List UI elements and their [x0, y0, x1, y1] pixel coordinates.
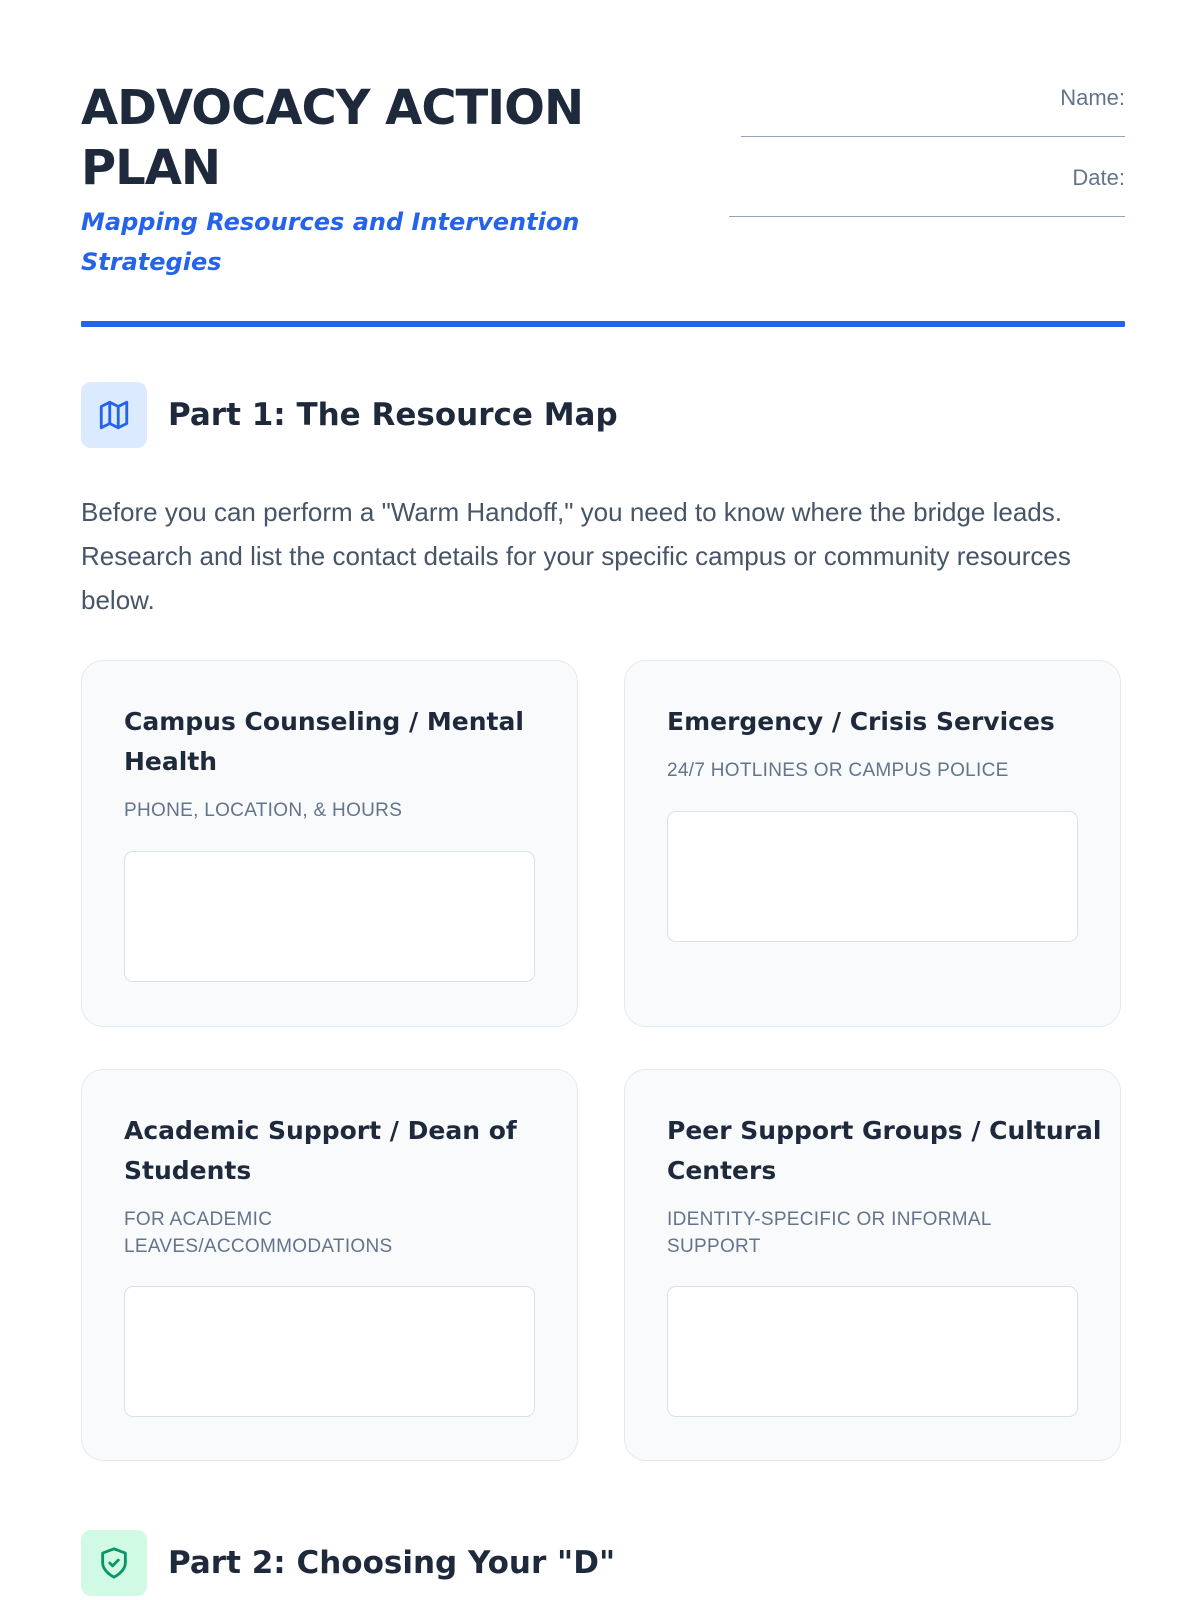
name-field[interactable]: Name:: [705, 84, 1125, 164]
resource-card-title: Emergency / Crisis Services: [667, 707, 1055, 736]
resource-card-academic: Academic Support / Dean of Students For …: [81, 1069, 578, 1461]
resource-card-subtitle: Identity-specific or informal support: [667, 1209, 991, 1257]
resource-entry-box[interactable]: [124, 1286, 535, 1417]
name-date-fields: Name: Date:: [705, 84, 1125, 244]
resource-card-title: Academic Support / Dean of Students: [124, 1116, 517, 1185]
name-label: Name:: [1060, 85, 1125, 110]
resource-card-title: Campus Counseling / Mental Health: [124, 707, 524, 776]
page-title: ADVOCACY ACTION PLAN: [81, 80, 584, 196]
resource-card-crisis: Emergency / Crisis Services 24/7 Hotline…: [624, 660, 1121, 1027]
resource-entry-box[interactable]: [667, 1286, 1078, 1417]
resource-card-peer-support: Peer Support Groups / Cultural Centers I…: [624, 1069, 1121, 1461]
date-field[interactable]: Date:: [705, 164, 1125, 244]
part-1-title: Part 1: The Resource Map: [168, 397, 618, 433]
date-blank-line[interactable]: [729, 192, 1125, 217]
resource-card-counseling: Campus Counseling / Mental Health Phone,…: [81, 660, 578, 1027]
resource-entry-box[interactable]: [124, 851, 535, 982]
part-2-heading: Part 2: Choosing Your "D": [81, 1530, 1125, 1596]
resource-card-subtitle: For academic leaves/accommodations: [124, 1209, 393, 1257]
part-1-intro: Before you can perform a "Warm Handoff,"…: [81, 497, 1071, 615]
map-icon: [81, 382, 147, 448]
part-2-title: Part 2: Choosing Your "D": [168, 1545, 616, 1581]
resource-card-subtitle: 24/7 Hotlines or Campus Police: [667, 760, 1009, 781]
shield-check-icon: [81, 1530, 147, 1596]
page-header: ADVOCACY ACTION PLAN Mapping Resources a…: [81, 78, 1125, 328]
resource-entry-box[interactable]: [667, 811, 1078, 942]
resource-card-subtitle: Phone, Location, & Hours: [124, 800, 403, 821]
name-blank-line[interactable]: [741, 112, 1125, 137]
date-label: Date:: [1072, 165, 1125, 190]
header-divider: [81, 321, 1125, 327]
part-1-heading: Part 1: The Resource Map: [81, 382, 1125, 448]
resource-card-title: Peer Support Groups / Cultural Centers: [667, 1116, 1102, 1185]
page-subtitle: Mapping Resources and Intervention Strat…: [81, 208, 580, 276]
